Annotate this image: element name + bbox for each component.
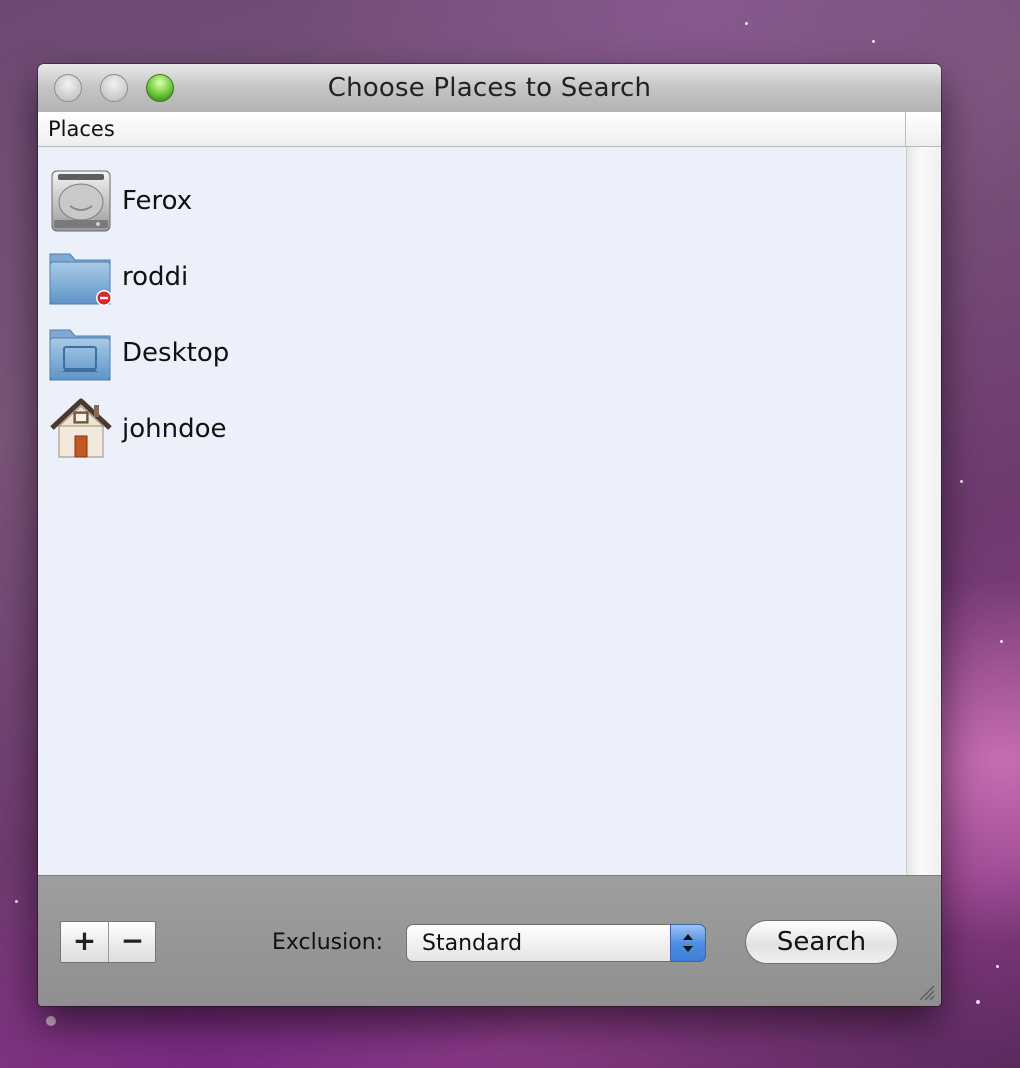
list-item-label: johndoe	[122, 414, 227, 444]
list-item-label: Desktop	[122, 338, 230, 368]
title-bar[interactable]: Choose Places to Search	[38, 64, 941, 113]
list-item-label: roddi	[122, 262, 189, 292]
exclusion-value: Standard	[422, 931, 523, 956]
exclusion-popup[interactable]: Standard	[406, 924, 706, 962]
places-column-header[interactable]: Places	[38, 112, 941, 147]
window-title: Choose Places to Search	[327, 73, 652, 103]
desktop-folder-icon	[48, 320, 114, 386]
up-down-arrows-icon	[670, 924, 706, 962]
places-list[interactable]: Places Ferox roddi Desktop johndoe	[38, 112, 941, 875]
resize-grip-icon[interactable]	[913, 979, 935, 1001]
exclusion-label: Exclusion:	[272, 930, 384, 955]
hard-drive-icon	[48, 168, 114, 234]
column-divider	[905, 112, 906, 146]
list-item[interactable]: johndoe	[48, 396, 548, 466]
list-item[interactable]: Ferox	[48, 168, 548, 238]
vertical-scrollbar[interactable]	[906, 147, 941, 875]
add-place-button[interactable]: +	[61, 922, 109, 962]
places-column-label: Places	[48, 117, 115, 141]
remove-place-button[interactable]: −	[109, 922, 156, 962]
folder-no-access-icon	[48, 244, 114, 310]
choose-places-window: Choose Places to Search Places Ferox rod…	[38, 64, 941, 1006]
bottom-toolbar: + − Exclusion: Standard Search	[38, 875, 941, 1006]
list-item[interactable]: Desktop	[48, 320, 548, 390]
home-icon	[48, 396, 114, 462]
search-button[interactable]: Search	[745, 920, 898, 964]
list-item[interactable]: roddi	[48, 244, 548, 314]
list-item-label: Ferox	[122, 186, 193, 216]
add-remove-control: + −	[60, 921, 156, 963]
